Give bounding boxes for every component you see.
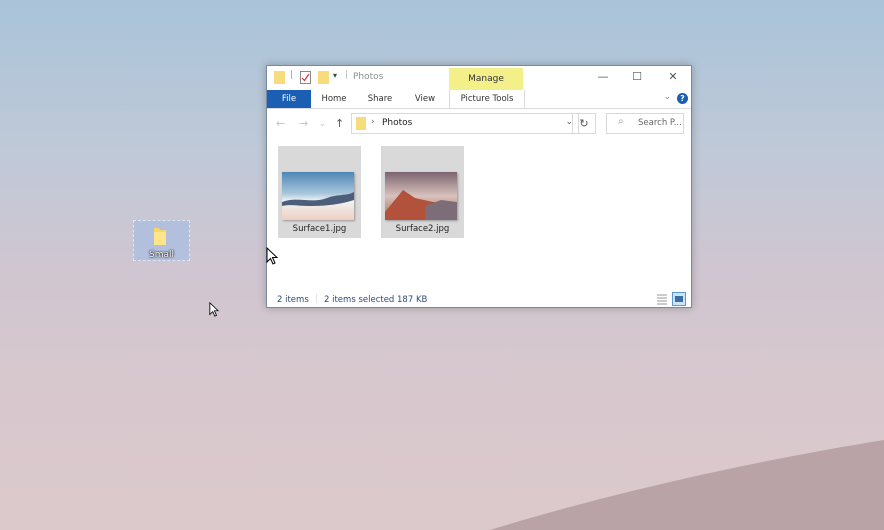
- large-icons-view-button[interactable]: [672, 292, 686, 306]
- tab-share[interactable]: Share: [361, 90, 399, 108]
- properties-icon[interactable]: [300, 71, 311, 84]
- mouse-cursor-icon: [209, 302, 219, 317]
- file-name: Surface1.jpg: [292, 224, 347, 234]
- thumbnail-image: [385, 172, 457, 220]
- folder-icon: [356, 117, 366, 130]
- selection-info: 2 items selected 187 KB: [324, 295, 428, 305]
- details-view-icon: [657, 294, 667, 305]
- recent-locations-button[interactable]: ⌄: [319, 119, 326, 128]
- expand-ribbon-icon[interactable]: ⌄: [663, 92, 671, 102]
- folder-icon: [154, 228, 166, 245]
- help-icon[interactable]: ?: [677, 93, 688, 104]
- folder-icon[interactable]: [274, 71, 285, 84]
- tab-home[interactable]: Home: [315, 90, 353, 108]
- title-bar[interactable]: | ▾ | Photos Manage — ☐ ✕: [267, 66, 691, 90]
- file-name: Surface2.jpg: [395, 224, 450, 234]
- file-explorer-window: | ▾ | Photos Manage — ☐ ✕ File Home Shar…: [266, 65, 692, 308]
- file-item[interactable]: Surface2.jpg: [381, 146, 464, 238]
- desktop-icon-label: Small: [149, 250, 174, 260]
- details-view-button[interactable]: [655, 292, 669, 306]
- contextual-tab-manage[interactable]: Manage: [449, 68, 523, 90]
- forward-button[interactable]: →: [299, 117, 308, 130]
- tab-view[interactable]: View: [406, 90, 444, 108]
- new-folder-icon[interactable]: [318, 71, 329, 84]
- tab-file[interactable]: File: [267, 90, 311, 108]
- search-placeholder: Search P...: [638, 118, 682, 128]
- status-bar: 2 items | 2 items selected 187 KB: [267, 288, 691, 308]
- search-box[interactable]: ⌕ Search P...: [606, 113, 684, 134]
- customize-quick-access-dropdown[interactable]: ▾: [333, 71, 337, 80]
- desktop-icon-small-folder[interactable]: Small: [133, 220, 190, 261]
- up-button[interactable]: ↑: [335, 117, 344, 130]
- breadcrumb-photos[interactable]: Photos: [382, 118, 412, 128]
- search-icon: ⌕: [618, 116, 624, 127]
- toolbar-separator: |: [345, 70, 349, 80]
- address-bar[interactable]: › Photos ⌄: [351, 113, 579, 134]
- window-title: Photos: [353, 72, 384, 82]
- ribbon-tabs: File Home Share View Picture Tools ⌄ ?: [267, 90, 691, 109]
- breadcrumb-separator[interactable]: ›: [371, 117, 375, 127]
- item-count: 2 items: [277, 295, 309, 305]
- refresh-button[interactable]: ↻: [572, 113, 596, 134]
- file-item[interactable]: Surface1.jpg: [278, 146, 361, 238]
- status-separator: |: [315, 294, 319, 304]
- minimize-button[interactable]: —: [585, 66, 621, 88]
- tab-picture-tools[interactable]: Picture Tools: [449, 90, 525, 108]
- maximize-button[interactable]: ☐: [619, 66, 655, 88]
- file-list: Surface1.jpg Surface2.jpg: [267, 139, 691, 284]
- close-button[interactable]: ✕: [655, 66, 691, 88]
- thumbnail-image: [282, 172, 354, 220]
- back-button[interactable]: ←: [276, 117, 285, 130]
- mouse-cursor-icon: [266, 247, 278, 265]
- large-icons-view-icon: [675, 296, 683, 302]
- toolbar-separator: |: [290, 70, 294, 80]
- navigation-bar: ← → ⌄ ↑ › Photos ⌄ ↻ ⌕ Search P...: [267, 109, 691, 139]
